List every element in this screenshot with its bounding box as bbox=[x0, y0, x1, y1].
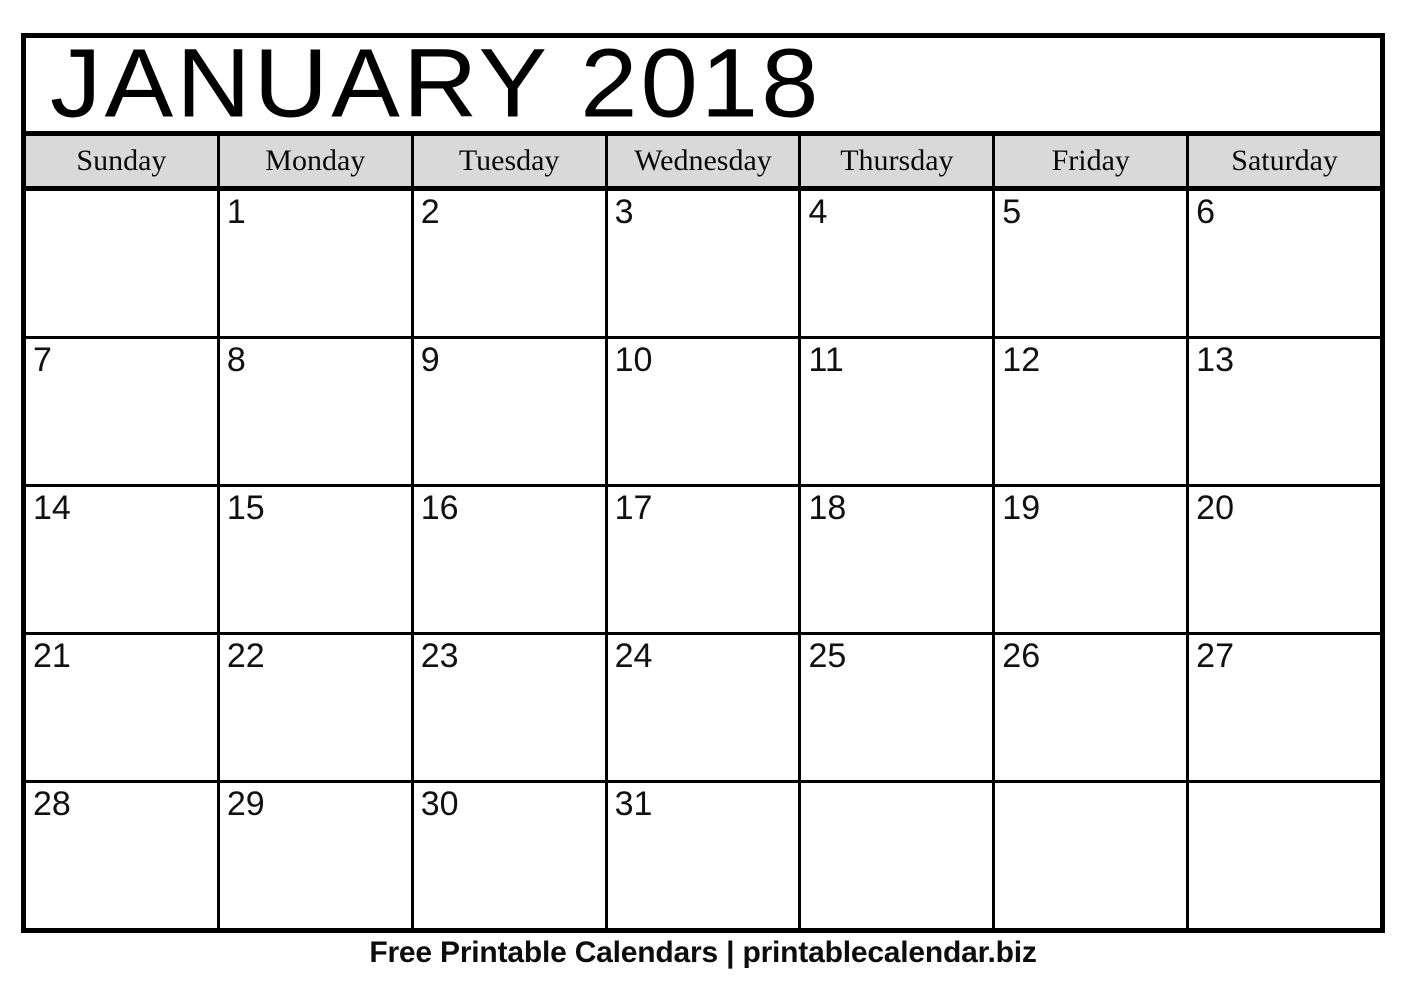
day-number: 19 bbox=[1002, 489, 1041, 527]
day-cell[interactable]: 1 bbox=[219, 191, 414, 336]
day-number: 24 bbox=[614, 637, 653, 675]
day-cell[interactable]: 27 bbox=[1189, 635, 1381, 780]
day-number: 3 bbox=[614, 193, 634, 231]
day-cell[interactable]: 3 bbox=[607, 191, 802, 336]
weekday-header-tuesday: Tuesday bbox=[413, 136, 608, 186]
calendar-week-row: 14 15 16 17 18 19 20 bbox=[26, 487, 1381, 635]
day-cell[interactable]: 28 bbox=[26, 783, 220, 928]
page-title: JANUARY 2018 bbox=[50, 38, 822, 136]
day-cell[interactable]: 22 bbox=[219, 635, 414, 780]
day-number: 7 bbox=[33, 341, 52, 379]
day-cell[interactable]: 15 bbox=[219, 487, 414, 632]
calendar-day-grid: 1 2 3 4 5 6 7 8 9 10 11 12 13 14 15 16 1… bbox=[26, 191, 1381, 928]
day-number: 27 bbox=[1196, 637, 1234, 675]
day-cell[interactable]: 23 bbox=[413, 635, 608, 780]
day-cell[interactable]: 5 bbox=[995, 191, 1190, 336]
calendar-frame: JANUARY 2018 Sunday Monday Tuesday Wedne… bbox=[21, 33, 1385, 933]
day-cell[interactable]: 9 bbox=[413, 339, 608, 484]
day-number: 5 bbox=[1002, 193, 1022, 231]
day-number: 21 bbox=[33, 637, 71, 675]
day-number: 28 bbox=[33, 785, 71, 823]
weekday-header-sunday: Sunday bbox=[26, 136, 220, 186]
day-number: 6 bbox=[1196, 193, 1216, 231]
day-number: 18 bbox=[808, 489, 847, 527]
day-number: 22 bbox=[226, 637, 265, 675]
calendar-week-row: 28 29 30 31 bbox=[26, 783, 1381, 928]
day-number: 13 bbox=[1196, 341, 1234, 379]
day-cell[interactable]: 6 bbox=[1189, 191, 1381, 336]
day-number: 12 bbox=[1002, 341, 1041, 379]
day-cell[interactable]: 14 bbox=[26, 487, 220, 632]
weekday-header-friday: Friday bbox=[995, 136, 1190, 186]
day-number: 31 bbox=[614, 785, 653, 823]
weekday-header-wednesday: Wednesday bbox=[607, 136, 802, 186]
day-cell[interactable]: 2 bbox=[413, 191, 608, 336]
day-cell[interactable]: 30 bbox=[413, 783, 608, 928]
day-cell[interactable] bbox=[995, 783, 1190, 928]
day-cell[interactable] bbox=[26, 191, 220, 336]
weekday-header-row: Sunday Monday Tuesday Wednesday Thursday… bbox=[26, 136, 1381, 191]
day-number: 9 bbox=[420, 341, 440, 379]
day-number: 20 bbox=[1196, 489, 1234, 527]
day-number: 15 bbox=[226, 489, 265, 527]
day-number: 23 bbox=[420, 637, 459, 675]
day-cell[interactable]: 20 bbox=[1189, 487, 1381, 632]
day-cell[interactable]: 19 bbox=[995, 487, 1190, 632]
day-cell[interactable]: 12 bbox=[995, 339, 1190, 484]
calendar-week-row: 1 2 3 4 5 6 bbox=[26, 191, 1381, 339]
footer-credit: Free Printable Calendars | printablecale… bbox=[369, 936, 1037, 969]
weekday-header-saturday: Saturday bbox=[1189, 136, 1381, 186]
day-number: 10 bbox=[614, 341, 653, 379]
day-cell[interactable]: 7 bbox=[26, 339, 220, 484]
day-cell[interactable] bbox=[1189, 783, 1381, 928]
day-cell[interactable]: 10 bbox=[607, 339, 802, 484]
day-cell[interactable]: 18 bbox=[801, 487, 996, 632]
day-cell[interactable]: 4 bbox=[801, 191, 996, 336]
day-number: 25 bbox=[808, 637, 847, 675]
day-number: 16 bbox=[420, 489, 459, 527]
day-cell[interactable] bbox=[801, 783, 996, 928]
day-cell[interactable]: 11 bbox=[801, 339, 996, 484]
calendar-week-row: 7 8 9 10 11 12 13 bbox=[26, 339, 1381, 487]
day-cell[interactable]: 29 bbox=[219, 783, 414, 928]
day-number: 29 bbox=[226, 785, 265, 823]
day-number: 2 bbox=[420, 193, 440, 231]
day-cell[interactable]: 21 bbox=[26, 635, 220, 780]
day-number: 8 bbox=[226, 341, 246, 379]
calendar-week-row: 21 22 23 24 25 26 27 bbox=[26, 635, 1381, 783]
day-number: 4 bbox=[808, 193, 828, 231]
day-number: 1 bbox=[226, 193, 246, 231]
day-number: 11 bbox=[808, 341, 844, 379]
weekday-header-monday: Monday bbox=[219, 136, 414, 186]
day-cell[interactable]: 16 bbox=[413, 487, 608, 632]
day-cell[interactable]: 17 bbox=[607, 487, 802, 632]
calendar-title-band: JANUARY 2018 bbox=[26, 38, 1380, 136]
day-cell[interactable]: 24 bbox=[607, 635, 802, 780]
weekday-header-thursday: Thursday bbox=[801, 136, 996, 186]
day-cell[interactable]: 25 bbox=[801, 635, 996, 780]
day-cell[interactable]: 26 bbox=[995, 635, 1190, 780]
day-number: 30 bbox=[420, 785, 459, 823]
calendar-page: JANUARY 2018 Sunday Monday Tuesday Wedne… bbox=[0, 0, 1406, 1000]
day-number: 14 bbox=[33, 489, 71, 527]
day-cell[interactable]: 13 bbox=[1189, 339, 1381, 484]
day-cell[interactable]: 31 bbox=[607, 783, 802, 928]
day-number: 26 bbox=[1002, 637, 1041, 675]
day-number: 17 bbox=[614, 489, 653, 527]
day-cell[interactable]: 8 bbox=[219, 339, 414, 484]
